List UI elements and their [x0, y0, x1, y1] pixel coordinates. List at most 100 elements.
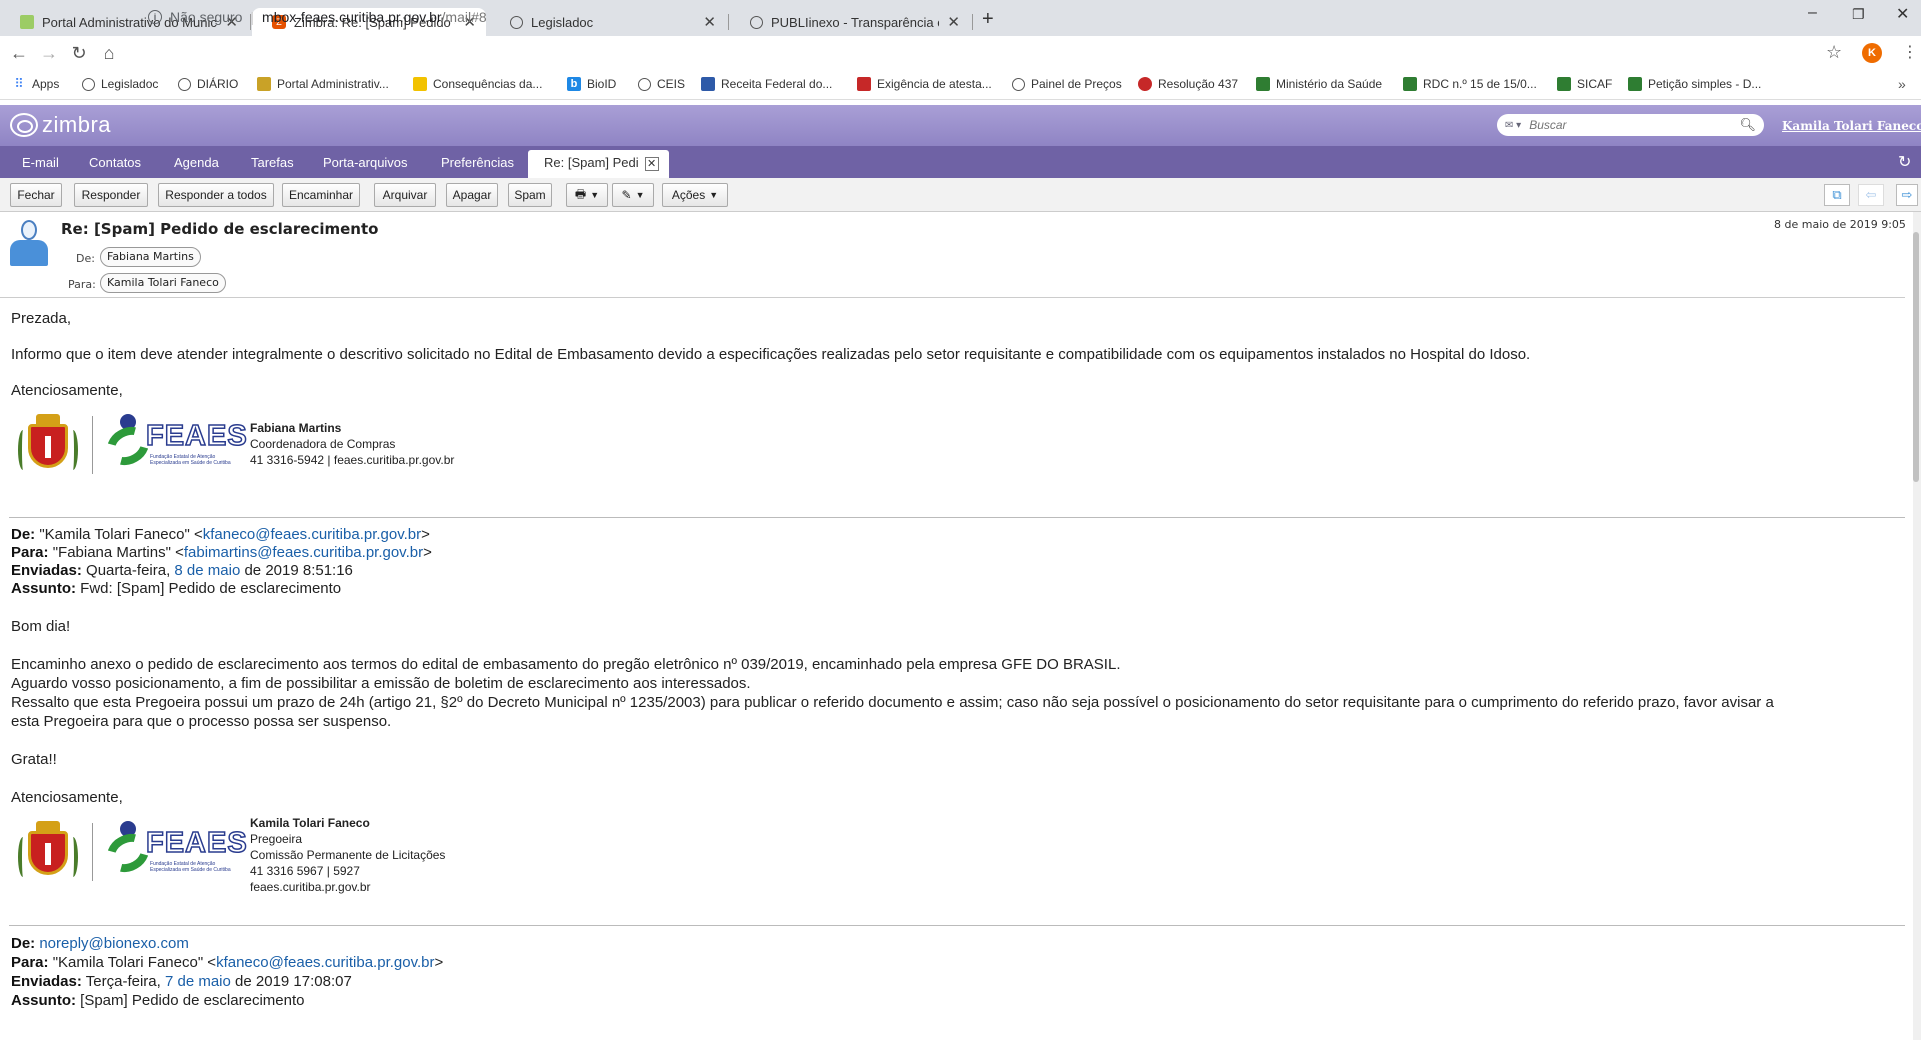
bioid-icon: b — [567, 77, 581, 91]
restore-icon[interactable]: ❐ — [1852, 6, 1865, 23]
message-subject: Re: [Spam] Pedido de esclarecimento — [61, 220, 379, 238]
info-icon[interactable]: i — [148, 10, 162, 24]
reload-icon[interactable]: ↻ — [68, 43, 90, 64]
tab-divider — [972, 14, 973, 30]
quoted-line-3: Ressalto que esta Pregoeira possui um pr… — [11, 694, 1774, 711]
tab-contatos[interactable]: Contatos — [89, 155, 141, 170]
archive-button[interactable]: Arquivar — [374, 183, 436, 207]
close-button[interactable]: Fechar — [10, 183, 62, 207]
forward-icon[interactable]: → — [38, 43, 60, 64]
bookmarks-overflow-icon[interactable]: » — [1898, 76, 1906, 92]
address-bar[interactable]: i Não seguro | mbox-feaes.curitiba.pr.go… — [148, 4, 487, 30]
bookmark-label: CEIS — [657, 77, 686, 91]
quoted-from-name: "Kamila Tolari Faneco" < — [39, 526, 203, 543]
search-type-dropdown[interactable]: ✉ ▾ — [1505, 120, 1521, 131]
close-icon[interactable]: ✕ — [703, 13, 716, 31]
window-close-icon[interactable]: ✕ — [1896, 4, 1909, 24]
close-icon[interactable]: ✕ — [644, 157, 659, 171]
search-icon[interactable]: 🔍︎ — [1739, 117, 1756, 133]
bookmark-portal[interactable]: Portal Administrativ... — [257, 77, 389, 91]
quoted2-from-email-link[interactable]: noreply@bionexo.com — [39, 935, 188, 952]
quoted-closing: Atenciosamente, — [11, 789, 123, 806]
spam-button[interactable]: Spam — [508, 183, 552, 207]
bookmark-label: Petição simples - D... — [1648, 77, 1762, 91]
zimbra-logo[interactable]: zimbra — [10, 112, 111, 138]
bookmark-exigencia[interactable]: Exigência de atesta... — [857, 77, 992, 91]
close-icon[interactable]: ✕ — [947, 13, 960, 31]
delete-button[interactable]: Apagar — [446, 183, 498, 207]
bookmark-peticao[interactable]: Petição simples - D... — [1628, 77, 1761, 91]
quoted-greeting: Bom dia! — [11, 618, 71, 635]
bookmark-apps[interactable]: ⠿ Apps — [12, 76, 60, 91]
crest-cross — [45, 843, 51, 865]
user-menu[interactable]: Kamila Tolari Faneco ▾ — [1782, 119, 1921, 133]
bookmark-resolucao[interactable]: Resolução 437 — [1138, 77, 1238, 91]
tab-open-message[interactable]: Re: [Spam] Pedi ✕ — [528, 150, 669, 178]
tab-email[interactable]: E-mail — [22, 155, 59, 170]
url-host: mbox-feaes.curitiba.pr.gov.br — [262, 9, 442, 25]
print-button[interactable]: 🖶 ▼ — [566, 183, 608, 207]
detach-icon[interactable]: ⧉ — [1824, 184, 1850, 206]
bookmark-ceis[interactable]: CEIS — [638, 77, 685, 91]
bookmark-label: Apps — [32, 77, 60, 91]
bookmark-ministerio[interactable]: Ministério da Saúde — [1256, 77, 1382, 91]
new-tab-button[interactable]: + — [982, 8, 994, 31]
scrollbar-thumb[interactable] — [1913, 232, 1919, 482]
signature-name: Fabiana Martins — [250, 421, 342, 435]
bookmark-rdc[interactable]: RDC n.º 15 de 15/0... — [1403, 77, 1537, 91]
globe-icon — [82, 77, 95, 91]
quoted-sent-date-link[interactable]: 8 de maio — [174, 562, 240, 579]
reply-button[interactable]: Responder — [74, 183, 148, 207]
back-icon[interactable]: ← — [8, 43, 30, 64]
crest-cross — [45, 436, 51, 458]
bookmark-sicaf[interactable]: SICAF — [1557, 77, 1612, 91]
search-input[interactable] — [1529, 118, 1740, 132]
minimize-icon[interactable]: – — [1808, 4, 1817, 22]
to-address-bubble[interactable]: Kamila Tolari Faneco — [100, 273, 226, 293]
bookmark-label: Legisladoc — [101, 77, 159, 91]
bookmark-receita[interactable]: Receita Federal do... — [701, 77, 832, 91]
flag-icon — [1256, 77, 1270, 91]
bookmark-star-icon[interactable]: ☆ — [1826, 42, 1842, 63]
forward-button[interactable]: Encaminhar — [282, 183, 360, 207]
bookmark-label: Consequências da... — [433, 77, 543, 91]
browser-menu-icon[interactable]: ⋮ — [1902, 42, 1918, 62]
quoted2-to-email-link[interactable]: kfaneco@feaes.curitiba.pr.gov.br — [216, 954, 434, 971]
tab-title: PUBLIinexo - Transparência em C — [771, 14, 939, 30]
quoted2-sent-date-link[interactable]: 7 de maio — [165, 973, 231, 990]
tab-preferencias[interactable]: Preferências — [441, 155, 514, 170]
quoted2-to-name: "Kamila Tolari Faneco" < — [52, 954, 217, 971]
from-address-bubble[interactable]: Fabiana Martins — [100, 247, 201, 267]
profile-avatar[interactable]: K — [1862, 43, 1882, 63]
bookmark-legisladoc[interactable]: Legisladoc — [82, 77, 158, 91]
signature-role: Coordenadora de Compras — [250, 437, 396, 451]
quoted-to-email-link[interactable]: fabimartins@feaes.curitiba.pr.gov.br — [184, 544, 423, 561]
feaes-logo: FEAES Fundação Estatal de Atenção Especi… — [99, 817, 262, 883]
bookmark-bioid[interactable]: b BioID — [567, 77, 616, 91]
bookmark-consequencias[interactable]: Consequências da... — [413, 77, 542, 91]
quoted-from: De: "Kamila Tolari Faneco" <kfaneco@feae… — [11, 526, 430, 543]
quote-divider — [9, 925, 1905, 926]
tag-button[interactable]: ✎ ▼ — [612, 183, 654, 207]
next-arrow-icon[interactable]: ⇨ — [1896, 184, 1918, 206]
tab-agenda[interactable]: Agenda — [174, 155, 219, 170]
pen-icon — [1628, 77, 1642, 91]
bookmark-label: Resolução 437 — [1158, 77, 1239, 91]
quoted-from-email-link[interactable]: kfaneco@feaes.curitiba.pr.gov.br — [203, 526, 421, 543]
message-scrollbar[interactable] — [1913, 212, 1921, 1040]
crest-leaf — [18, 837, 28, 877]
actions-button[interactable]: Ações ▼ — [662, 183, 728, 207]
tab-porta-arquivos[interactable]: Porta-arquivos — [323, 155, 408, 170]
bookmark-diario[interactable]: DIÁRIO — [178, 77, 238, 91]
chevron-down-icon: ▼ — [709, 190, 719, 200]
quoted2-subject-text: [Spam] Pedido de esclarecimento — [80, 992, 305, 1009]
reply-all-button[interactable]: Responder a todos — [158, 183, 274, 207]
browser-tab-legisladoc[interactable]: Legisladoc ✕ — [490, 8, 726, 36]
previous-arrow-icon[interactable]: ⇦ — [1858, 184, 1884, 206]
home-icon[interactable]: ⌂ — [98, 43, 120, 64]
tab-tarefas[interactable]: Tarefas — [251, 155, 294, 170]
quoted2-to-label: Para: — [11, 954, 49, 971]
bookmark-painel[interactable]: Painel de Preços — [1012, 77, 1122, 91]
browser-tab-publinexo[interactable]: PUBLIinexo - Transparência em C ✕ — [730, 8, 970, 36]
refresh-icon[interactable]: ↻ — [1898, 152, 1911, 172]
